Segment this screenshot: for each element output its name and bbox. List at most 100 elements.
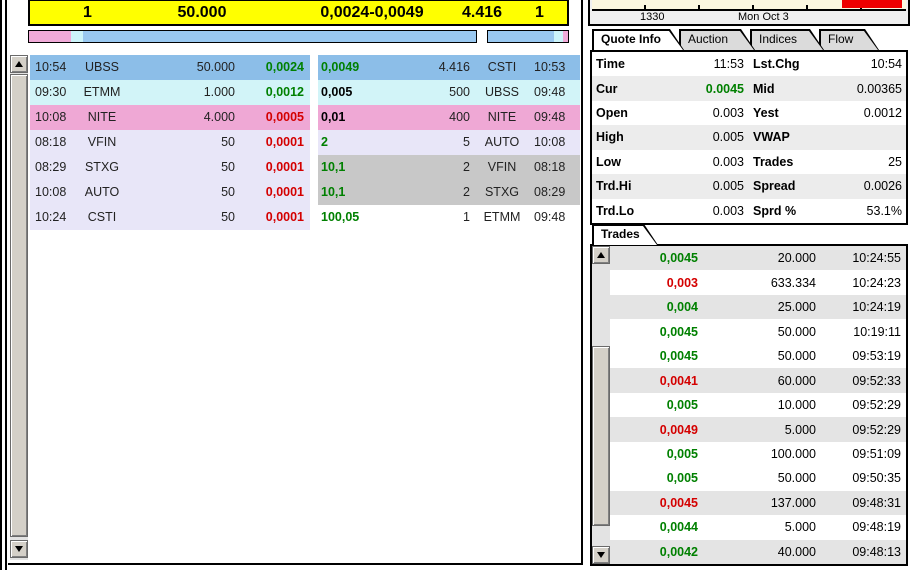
trade-time: 09:53:19 [852, 349, 901, 364]
quote-field-label: Open [596, 106, 628, 121]
chart-plot-area [592, 0, 906, 11]
ask-quote-time: 09:48 [530, 80, 580, 105]
trade-size: 137.000 [770, 495, 816, 510]
trade-time: 09:50:35 [852, 471, 901, 486]
bid-price: 0,0001 [240, 205, 310, 230]
trades-scroll-up-button[interactable] [592, 246, 610, 264]
depth-ratio-bars [28, 30, 569, 43]
trade-price: 0,0049 [659, 422, 698, 437]
bid-size: 50.000 [130, 55, 240, 80]
trade-row: 0,0042 40.000 09:48:13 [610, 539, 906, 565]
market-depth-row[interactable]: 10:08 NITE 4.000 0,0005 0,01 400 NITE 09… [30, 105, 580, 130]
ask-market-maker: VFIN [474, 155, 530, 180]
last-price-badge [842, 0, 902, 8]
quote-field-label: Spread [753, 179, 796, 194]
column-gap [310, 205, 318, 230]
quote-field-value: 0.00365 [856, 81, 902, 96]
tab-quote-info[interactable]: Quote Info [592, 29, 684, 50]
arrow-down-icon [15, 546, 23, 552]
ask-size: 4.416 [410, 55, 474, 80]
trade-price: 0,0045 [659, 495, 698, 510]
bid-quote-time: 10:54 [30, 55, 74, 80]
tab-label: Trades [601, 227, 640, 241]
tab-label: Indices [759, 32, 798, 46]
quote-info-row: Low 0.003 Trades 25 [592, 150, 906, 174]
tab-indices[interactable]: Indices [750, 29, 824, 50]
ask-size: 5 [410, 130, 474, 155]
tab-trades[interactable]: Trades [592, 224, 658, 245]
trade-size: 50.000 [777, 349, 816, 364]
tab-flow[interactable]: Flow [819, 29, 879, 50]
trade-price: 0,0044 [659, 520, 698, 535]
bid-market-maker: NITE [74, 105, 130, 130]
column-gap [310, 180, 318, 205]
trade-size: 40.000 [777, 544, 816, 559]
bid-price: 0,0001 [240, 155, 310, 180]
trade-price: 0,0045 [659, 251, 698, 266]
market-depth-row[interactable]: 10:54 UBSS 50.000 0,0024 0,0049 4.416 CS… [30, 55, 580, 80]
quote-info-row: Open 0.003 Yest 0.0012 [592, 101, 906, 125]
depth-scroll-up-button[interactable] [10, 55, 28, 73]
quote-field-value: 0.003 [712, 106, 744, 121]
window-frame-inner-edge [5, 0, 7, 570]
trade-time: 10:24:55 [852, 251, 901, 266]
depth-scrollbar-thumb[interactable] [10, 74, 28, 537]
tab-auction[interactable]: Auction [679, 29, 755, 50]
trade-time: 10:24:23 [852, 275, 901, 290]
depth-scroll-down-button[interactable] [10, 540, 28, 558]
trade-size: 60.000 [777, 373, 816, 388]
trades-scroll-down-button[interactable] [592, 546, 610, 564]
trade-time: 09:48:13 [852, 544, 901, 559]
bid-quote-time: 08:18 [30, 130, 74, 155]
trade-price: 0,003 [666, 275, 698, 290]
trade-row: 0,0044 5.000 09:48:19 [610, 515, 906, 539]
ask-market-maker: STXG [474, 180, 530, 205]
ask-market-maker: AUTO [474, 130, 530, 155]
trades-scrollbar-thumb[interactable] [592, 346, 610, 526]
quote-field-value: 10:54 [870, 57, 902, 72]
quote-field-label: Cur [596, 81, 618, 96]
trade-row: 0,0045 50.000 09:53:19 [610, 344, 906, 368]
bid-market-maker: ETMM [74, 80, 130, 105]
market-depth-row[interactable]: 09:30 ETMM 1.000 0,0012 0,005 500 UBSS 0… [30, 80, 580, 105]
market-depth-row[interactable]: 08:29 STXG 50 0,0001 10,1 2 VFIN 08:18 [30, 155, 580, 180]
ask-price: 10,1 [318, 155, 410, 180]
quote-field-label: Trd.Lo [596, 203, 635, 218]
ask-price: 0,01 [318, 105, 410, 130]
trade-size: 100.000 [770, 446, 816, 461]
trade-size: 633.334 [770, 275, 816, 290]
trades-tab-bar: Trades [592, 224, 653, 245]
ask-market-maker: ETMM [474, 205, 530, 230]
tab-label: Auction [688, 32, 729, 46]
window-frame-edge [0, 0, 2, 570]
quote-field-value: 25 [888, 154, 902, 169]
trade-size: 50.000 [777, 324, 816, 339]
bid-quote-time: 10:08 [30, 105, 74, 130]
ask-size: 2 [410, 155, 474, 180]
market-depth-row[interactable]: 08:18 VFIN 50 0,0001 2 5 AUTO 10:08 [30, 130, 580, 155]
ask-size: 2 [410, 180, 474, 205]
trades-list: 0,0045 20.000 10:24:55 0,003 633.334 10:… [610, 246, 906, 565]
quote-info-row: Cur 0.0045 Mid 0.00365 [592, 76, 906, 101]
trade-size: 5.000 [784, 520, 816, 535]
trade-time: 09:52:33 [852, 373, 901, 388]
trade-row: 0,0049 5.000 09:52:29 [610, 417, 906, 442]
quote-field-value: 0.005 [712, 179, 744, 194]
ask-quote-time: 09:48 [530, 205, 580, 230]
quote-info-panel: Time 11:53 Lst.Chg 10:54 Cur 0.0045 Mid … [590, 50, 908, 225]
market-depth-row[interactable]: 10:08 AUTO 50 0,0001 10,1 2 STXG 08:29 [30, 180, 580, 205]
ask-market-maker: NITE [474, 105, 530, 130]
market-depth-table: 10:54 UBSS 50.000 0,0024 0,0049 4.416 CS… [30, 55, 580, 230]
market-depth-row[interactable]: 10:24 CSTI 50 0,0001 100,05 1 ETMM 09:48 [30, 205, 580, 230]
depth-segment-cyan [554, 31, 563, 42]
level2-window: 1 50.000 0,0024-0,0049 4.416 1 10:54 UBS… [0, 0, 915, 570]
depth-segment-cyan [71, 31, 83, 42]
ask-quote-time: 10:53 [530, 55, 580, 80]
quote-info-row: Trd.Hi 0.005 Spread 0.0026 [592, 174, 906, 199]
bid-depth-bar [28, 30, 477, 43]
arrow-down-icon [597, 552, 605, 558]
ask-depth-bar [487, 30, 569, 43]
trade-size: 20.000 [777, 251, 816, 266]
quote-info-row: Trd.Lo 0.003 Sprd % 53.1% [592, 199, 906, 223]
info-tab-bar: Quote Info Auction Indices Flow [592, 29, 874, 50]
